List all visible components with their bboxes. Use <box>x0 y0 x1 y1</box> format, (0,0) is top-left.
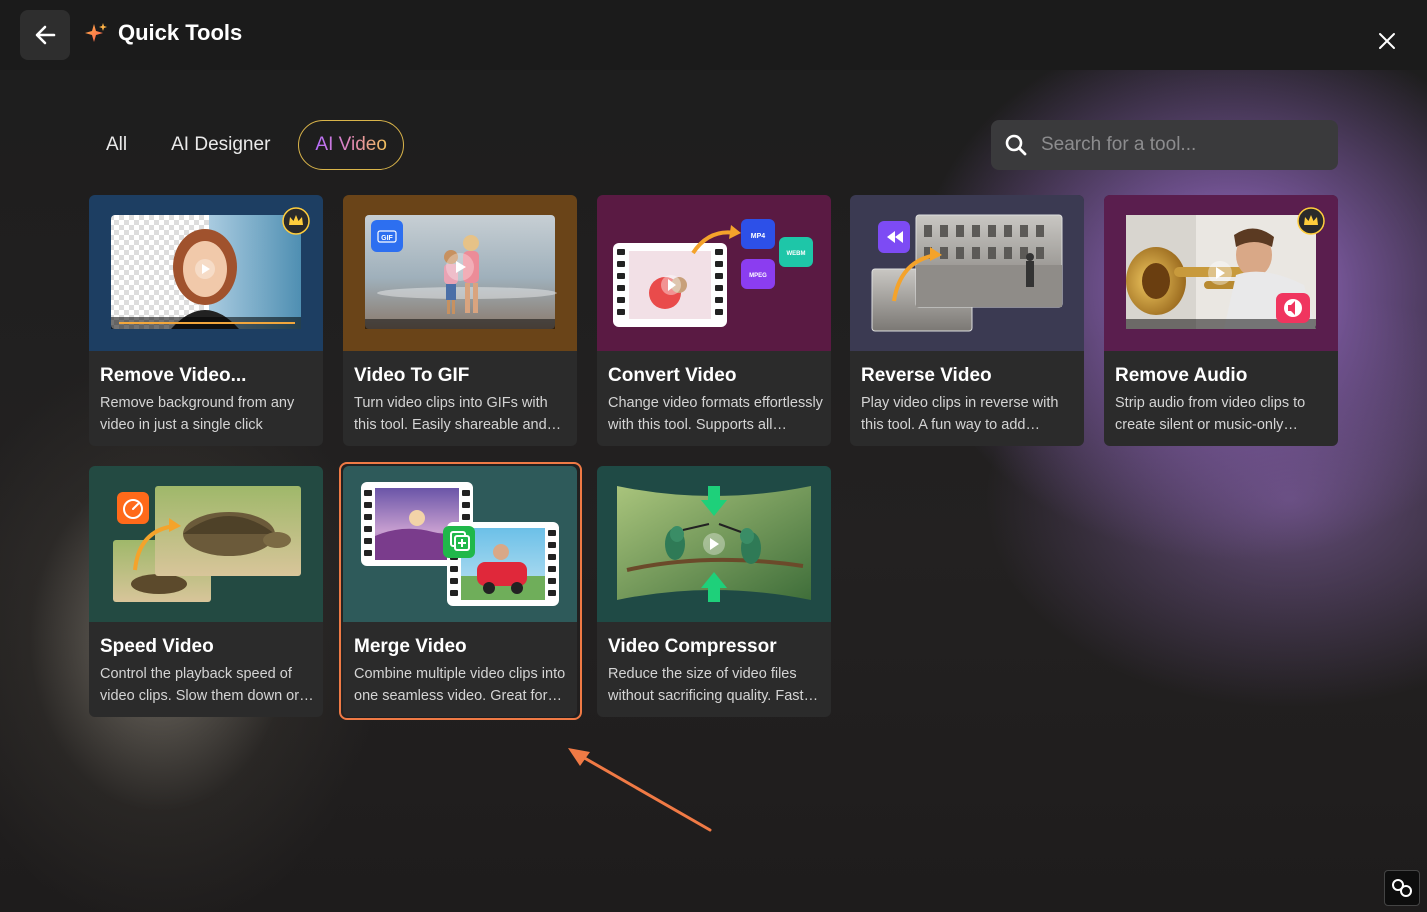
video-compressor-thumbnail <box>597 466 831 622</box>
card-description: Combine multiple video clips into one se… <box>354 666 566 704</box>
tool-card-remove-audio[interactable]: Remove Audio Strip audio from video clip… <box>1104 195 1338 446</box>
tool-card-remove-video-background[interactable]: Remove Video... Remove background from a… <box>89 195 323 446</box>
close-button[interactable] <box>1372 26 1402 56</box>
card-title: Video To GIF <box>354 365 470 386</box>
tool-card-convert-video[interactable]: MP4 WEBM MPEG Convert Video Change video… <box>597 195 831 446</box>
speed-video-thumbnail <box>89 466 323 622</box>
page-title: Quick Tools <box>118 20 243 45</box>
tab-ai-designer[interactable]: AI Designer <box>155 120 286 170</box>
search-input[interactable] <box>1041 134 1321 156</box>
remove-audio-thumbnail <box>1104 195 1338 351</box>
card-title: Remove Video... <box>100 365 247 386</box>
card-title: Reverse Video <box>861 365 992 386</box>
tool-card-video-compressor[interactable]: Video Compressor Reduce the size of vide… <box>597 466 831 717</box>
tab-ai-video-label: AI Video <box>315 134 387 155</box>
tool-card-speed-video[interactable]: Speed Video Control the playback speed o… <box>89 466 323 717</box>
gif-badge-text: GIF <box>381 235 393 242</box>
merge-video-thumbnail <box>343 466 577 622</box>
tool-card-reverse-video[interactable]: Reverse Video Play video clips in revers… <box>850 195 1084 446</box>
tool-card-video-to-gif[interactable]: GIF Video To GIF Turn video clips into G… <box>343 195 577 446</box>
search-icon <box>1005 134 1027 156</box>
card-description: Reduce the size of video files without s… <box>608 666 804 704</box>
link-icon <box>1392 879 1412 897</box>
svg-text:MPEG: MPEG <box>749 273 767 279</box>
video-to-gif-thumbnail: GIF <box>343 195 577 351</box>
card-description: Control the playback speed of video clip… <box>100 666 300 704</box>
title-group: Quick Tools <box>84 20 242 46</box>
card-title: Speed Video <box>100 636 214 657</box>
card-description: Remove background from any video in just… <box>100 395 295 433</box>
card-description: Play video clips in reverse with this to… <box>861 395 1059 433</box>
tab-ai-video[interactable]: AI Video <box>298 120 404 170</box>
card-description: Strip audio from video clips to create s… <box>1115 395 1306 433</box>
svg-text:WEBM: WEBM <box>787 251 806 257</box>
category-tabs: All AI Designer AI Video <box>90 120 416 170</box>
svg-text:MP4: MP4 <box>751 233 766 240</box>
convert-video-thumbnail: MP4 WEBM MPEG <box>597 195 831 351</box>
card-description: Turn video clips into GIFs with this too… <box>354 395 548 433</box>
card-title: Merge Video <box>354 636 467 657</box>
remove-video-thumbnail <box>89 195 323 351</box>
card-title: Convert Video <box>608 365 737 386</box>
card-title: Remove Audio <box>1115 365 1248 386</box>
sparkle-icon <box>85 23 107 42</box>
tool-card-merge-video[interactable]: Merge Video Combine multiple video clips… <box>343 466 577 717</box>
annotation-arrow <box>568 748 712 832</box>
search-box <box>991 120 1338 170</box>
tab-all[interactable]: All <box>90 120 143 170</box>
link-button[interactable] <box>1384 870 1420 906</box>
close-icon <box>1379 33 1395 49</box>
reverse-video-thumbnail <box>850 195 1084 351</box>
top-bar: Quick Tools <box>0 0 1427 70</box>
card-title: Video Compressor <box>608 636 777 657</box>
card-description: Change video formats effortlessly with t… <box>608 395 823 433</box>
arrow-left-icon <box>35 25 56 45</box>
back-button[interactable] <box>20 10 70 60</box>
